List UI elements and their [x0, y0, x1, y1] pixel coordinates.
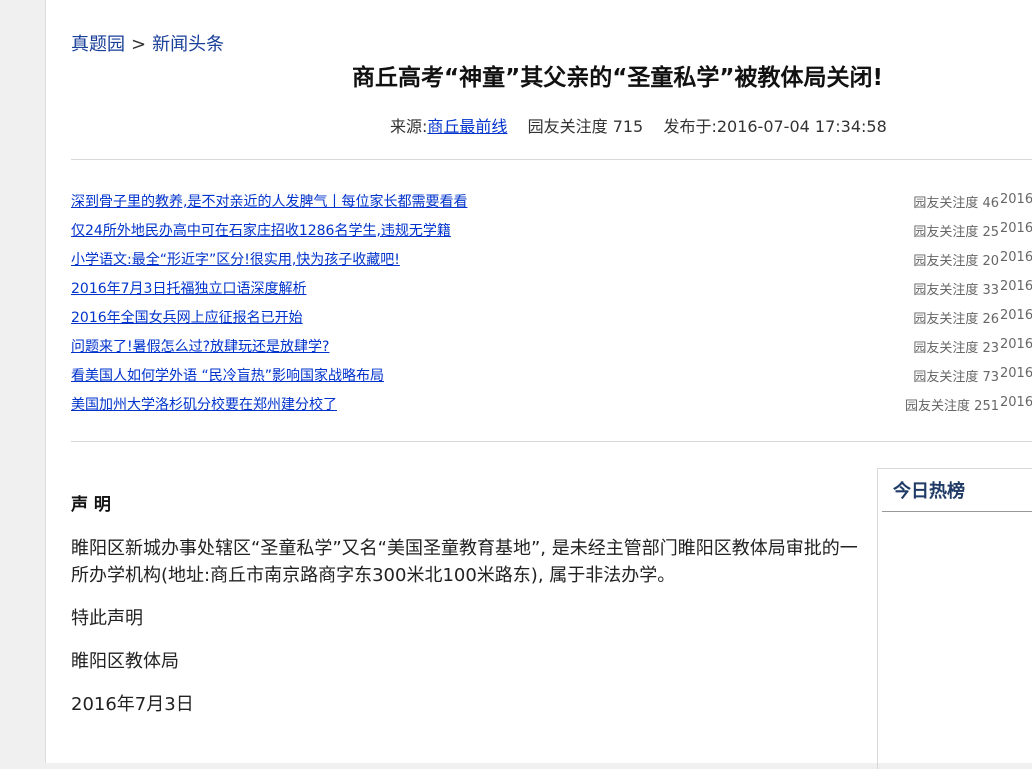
related-article-link[interactable]: 看美国人如何学外语 “民冷盲热”影响国家战略布局 — [71, 365, 384, 385]
related-date: 2016- — [1000, 337, 1032, 352]
list-item: 小学语文:最全“形近字”区分!很实用,快为孩子收藏吧! 园友关注度 20 201… — [71, 246, 1032, 275]
related-article-link[interactable]: 小学语文:最全“形近字”区分!很实用,快为孩子收藏吧! — [71, 249, 400, 269]
related-article-link[interactable]: 深到骨子里的教养,是不对亲近的人发脾气丨每位家长都需要看看 — [71, 191, 467, 211]
related-date: 2016- — [1000, 279, 1032, 294]
declaration-signature: 睢阳区教体局 — [71, 651, 179, 672]
related-date: 2016- — [1000, 192, 1032, 207]
related-date: 2016- — [1000, 250, 1032, 265]
related-views: 园友关注度 26 — [913, 312, 999, 327]
list-item: 深到骨子里的教养,是不对亲近的人发脾气丨每位家长都需要看看 园友关注度 46 2… — [71, 188, 1032, 217]
breadcrumb: 真题园 > 新闻头条 — [71, 30, 224, 56]
declaration-closing: 特此声明 — [71, 608, 143, 629]
list-item: 看美国人如何学外语 “民冷盲热”影响国家战略布局 园友关注度 73 2016- — [71, 362, 1032, 391]
related-date: 2016- — [1000, 308, 1032, 323]
related-views: 园友关注度 20 — [913, 254, 999, 269]
breadcrumb-home-link[interactable]: 真题园 — [71, 34, 125, 55]
source-link[interactable]: 商丘最前线 — [427, 117, 507, 136]
article-body: 声 明 睢阳区新城办事处辖区“圣童私学”又名“美国圣童教育基地”, 是未经主管部… — [71, 478, 871, 734]
related-article-link[interactable]: 美国加州大学洛杉矶分校要在郑州建分校了 — [71, 394, 337, 414]
related-date: 2016- — [1000, 395, 1032, 410]
related-views: 园友关注度 46 — [913, 196, 999, 211]
declaration-paragraph: 睢阳区新城办事处辖区“圣童私学”又名“美国圣童教育基地”, 是未经主管部门睢阳区… — [71, 538, 858, 586]
article-meta: 来源:商丘最前线 园友关注度 715 发布于:2016-07-04 17:34:… — [390, 113, 887, 137]
list-item: 2016年7月3日托福独立口语深度解析 园友关注度 33 2016- — [71, 275, 1032, 304]
related-views: 园友关注度 25 — [913, 225, 999, 240]
list-item: 问题来了!暑假怎么过?放肆玩还是放肆学? 园友关注度 23 2016- — [71, 333, 1032, 362]
breadcrumb-separator: > — [131, 34, 147, 55]
page-container: 真题园 > 新闻头条 商丘高考“神童”其父亲的“圣童私学”被教体局关闭! 来源:商丘… — [45, 0, 1032, 769]
related-article-link[interactable]: 问题来了!暑假怎么过?放肆玩还是放肆学? — [71, 336, 329, 356]
list-item: 仅24所外地民办高中可在石家庄招收1286名学生,违规无学籍 园友关注度 25 … — [71, 217, 1032, 246]
related-views: 园友关注度 23 — [913, 341, 999, 356]
related-article-link[interactable]: 仅24所外地民办高中可在石家庄招收1286名学生,违规无学籍 — [71, 220, 451, 240]
views-count: 园友关注度 715 — [527, 117, 644, 136]
breadcrumb-section-link[interactable]: 新闻头条 — [152, 34, 224, 55]
related-date: 2016- — [1000, 221, 1032, 236]
list-item: 美国加州大学洛杉矶分校要在郑州建分校了 园友关注度 251 2016- — [71, 391, 1032, 420]
source-label: 来源: — [390, 117, 428, 136]
publish-time: 发布于:2016-07-04 17:34:58 — [663, 117, 887, 136]
related-views: 园友关注度 251 — [905, 399, 999, 414]
related-article-link[interactable]: 2016年7月3日托福独立口语深度解析 — [71, 278, 306, 298]
sidebar-title: 今日热榜 — [882, 469, 1032, 512]
related-article-link[interactable]: 2016年全国女兵网上应征报名已开始 — [71, 307, 303, 327]
declaration-date: 2016年7月3日 — [71, 694, 194, 715]
declaration-heading: 声 明 — [71, 495, 111, 515]
related-date: 2016- — [1000, 366, 1032, 381]
hot-list-sidebar: 今日热榜 — [877, 468, 1032, 769]
related-views: 园友关注度 33 — [913, 283, 999, 298]
list-item: 2016年全国女兵网上应征报名已开始 园友关注度 26 2016- — [71, 304, 1032, 333]
related-views: 园友关注度 73 — [913, 370, 999, 385]
divider — [71, 159, 1032, 160]
article-title: 商丘高考“神童”其父亲的“圣童私学”被教体局关闭! — [352, 65, 883, 91]
divider — [71, 441, 1032, 442]
related-articles-list: 深到骨子里的教养,是不对亲近的人发脾气丨每位家长都需要看看 园友关注度 46 2… — [71, 188, 1032, 420]
